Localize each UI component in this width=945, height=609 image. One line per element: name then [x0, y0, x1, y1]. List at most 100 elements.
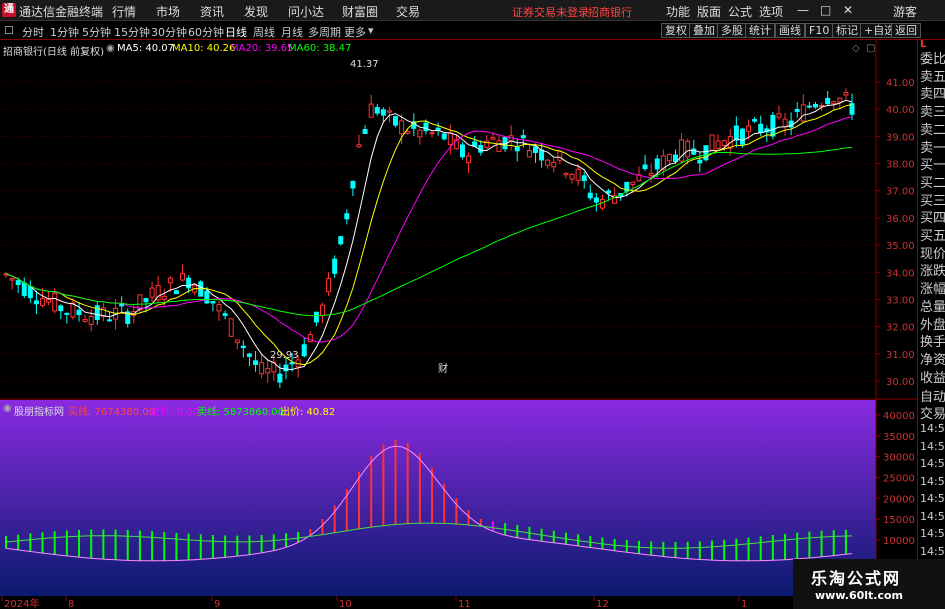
candle-body	[496, 140, 502, 152]
tool-checkbox-icon[interactable]: ☐	[4, 24, 14, 37]
candle-body	[283, 364, 289, 372]
indicator-chart[interactable]: 40000 35000 30000 25000 20000 15000 10000	[0, 400, 917, 596]
finance-marker[interactable]: 财	[438, 360, 448, 375]
y-tick-label: 35.00	[886, 241, 915, 252]
quote-field-label: 卖一	[920, 140, 945, 156]
candle-body	[843, 92, 849, 96]
candle-body	[362, 129, 368, 134]
candle-body	[58, 305, 64, 312]
period-15min[interactable]: 15分钟	[114, 24, 150, 40]
candle-body	[746, 125, 752, 132]
x-tick-label: 8	[68, 599, 74, 609]
diamond-icon[interactable]: ◇	[852, 43, 860, 54]
menu-wealth[interactable]: 财富圈	[342, 3, 378, 20]
candle-body	[40, 297, 46, 306]
menu-function[interactable]: 功能	[666, 3, 690, 20]
menu-market[interactable]: 市场	[156, 3, 180, 20]
candle-body	[33, 300, 39, 305]
y-tick-label: 30.00	[886, 377, 915, 388]
candle-body	[234, 339, 240, 344]
stats-button[interactable]: 统计	[745, 23, 775, 38]
auto-trade-label[interactable]: 交易	[920, 403, 945, 422]
candle-body	[326, 278, 332, 293]
candle-body	[94, 305, 100, 320]
close-icon[interactable]: ✕	[843, 3, 853, 17]
adjust-button[interactable]: 复权	[661, 23, 691, 38]
period-more[interactable]: 更多	[344, 24, 366, 40]
sub-chart-title: 股朋指标网	[14, 407, 64, 418]
period-intraday[interactable]: 分时	[22, 24, 44, 40]
sub-toggle-icon[interactable]: ◉	[3, 403, 12, 414]
period-30min[interactable]: 30分钟	[151, 24, 187, 40]
tick-time: 14:5	[920, 492, 945, 505]
back-button[interactable]: 返回	[891, 23, 921, 38]
period-60min[interactable]: 60分钟	[188, 24, 224, 40]
minimize-icon[interactable]: —	[797, 3, 809, 17]
candle-body	[289, 362, 295, 365]
candle-body	[313, 311, 319, 323]
candle-body	[685, 140, 691, 158]
maximize-icon[interactable]: □	[820, 3, 831, 17]
candle-body	[806, 105, 812, 108]
f10-button[interactable]: F10	[805, 23, 834, 38]
quote-field-label: 买五	[920, 229, 945, 244]
candle-body	[575, 168, 581, 181]
quote-field-label: 总量	[920, 299, 945, 315]
legend-toggle-icon[interactable]: ◉	[106, 43, 115, 54]
ma20-label: MA20: 39.65	[230, 43, 294, 54]
x-tick-label: 12	[596, 599, 609, 609]
kline-chart[interactable]: 41.00 40.00 39.00 38.00 37.00 36.00 35.00 34.00…	[0, 40, 917, 400]
candle-body	[593, 197, 599, 203]
multi-stock-button[interactable]: 多股	[717, 23, 747, 38]
quote-field-label: 买一	[920, 158, 945, 174]
menu-formula[interactable]: 公式	[728, 3, 752, 20]
period-monthly[interactable]: 月线	[281, 24, 303, 40]
y-tick-label: 25000	[883, 474, 915, 485]
mark-button[interactable]: 标记	[832, 23, 862, 38]
menu-trade[interactable]: 交易	[396, 3, 420, 20]
menu-options[interactable]: 选项	[759, 3, 783, 20]
quote-field-label: 换手	[920, 335, 945, 351]
candle-body	[106, 319, 112, 322]
period-weekly[interactable]: 周线	[253, 24, 275, 40]
quote-field-label: 收益	[920, 370, 945, 386]
menu-discover[interactable]: 发现	[244, 3, 268, 20]
candle-body	[569, 173, 575, 180]
candle-body	[338, 236, 344, 245]
candle-body	[545, 159, 551, 166]
candle-body	[143, 298, 149, 303]
candle-body	[825, 97, 831, 105]
draw-button[interactable]: 画线	[775, 23, 805, 38]
period-5min[interactable]: 5分钟	[82, 24, 111, 40]
candle-body	[368, 103, 374, 118]
expand-icon[interactable]: ▢	[866, 43, 875, 54]
overlay-button[interactable]: 叠加	[689, 23, 719, 38]
candle-body	[557, 150, 563, 161]
candle-body	[356, 144, 362, 148]
candle-body	[812, 104, 818, 108]
candle-body	[277, 373, 283, 383]
candle-body	[149, 287, 155, 298]
more-chevron-icon[interactable]: ▾	[368, 24, 374, 37]
buy-line-label: 买线: 7674380.00	[68, 407, 155, 418]
menu-news[interactable]: 资讯	[200, 3, 224, 20]
period-multi[interactable]: 多周期	[308, 24, 341, 40]
y-tick-label: 30000	[883, 453, 915, 464]
candle-body	[770, 114, 776, 137]
menu-layout[interactable]: 版面	[697, 3, 721, 20]
y-tick-label: 41.00	[886, 78, 915, 89]
candle-body	[441, 133, 447, 140]
period-daily[interactable]: 日线	[225, 24, 247, 40]
period-1min[interactable]: 1分钟	[50, 24, 79, 40]
guest-user[interactable]: 游客	[893, 3, 917, 20]
login-warning[interactable]: 证券交易未登录	[512, 4, 589, 20]
candle-body	[210, 301, 216, 304]
candle-body	[630, 181, 636, 185]
menu-assistant[interactable]: 问小达	[288, 3, 324, 20]
tick-time: 14:5	[920, 474, 945, 488]
candle-body	[490, 137, 496, 140]
candle-body	[709, 134, 715, 151]
tick-time: 14:5	[920, 422, 945, 435]
menu-quotes[interactable]: 行情	[112, 3, 136, 20]
quote-field-label: 卖二	[920, 122, 945, 138]
